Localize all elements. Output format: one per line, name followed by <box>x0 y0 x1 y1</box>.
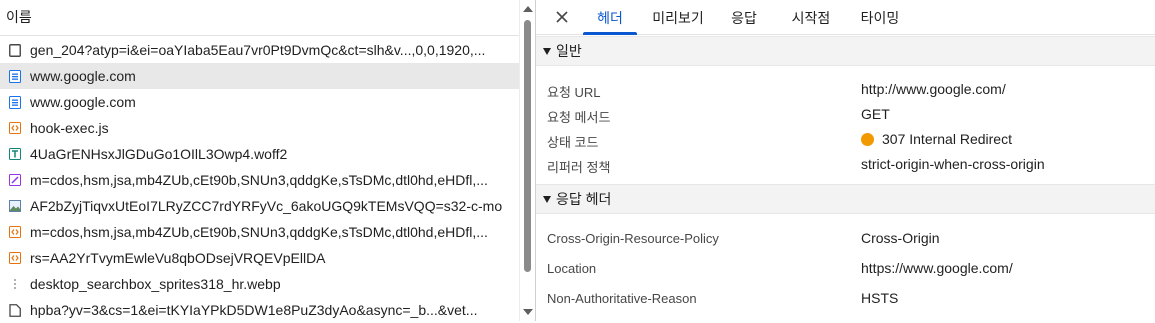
scroll-down-arrow-icon[interactable] <box>523 309 533 315</box>
expand-triangle-icon <box>543 47 551 55</box>
status-code-label: 상태 코드 <box>547 135 599 150</box>
tab-headers[interactable]: 헤더 <box>583 0 637 35</box>
scrollbar-thumb[interactable] <box>524 20 531 272</box>
stylesheet-icon <box>8 173 22 187</box>
header-name: Non-Authoritative-Reason <box>547 291 697 306</box>
request-list-panel: 이름 gen_204?atyp=i&ei=oaYIaba5Eau7vr0Pt9D… <box>0 0 535 321</box>
request-name: www.google.com <box>30 94 136 110</box>
header-name: Location <box>547 261 597 276</box>
pending-image-icon <box>8 277 22 291</box>
referrer-policy-value: strict-origin-when-cross-origin <box>861 156 1045 172</box>
active-tab-indicator <box>583 32 637 35</box>
response-headers-section-title: 응답 헤더 <box>556 191 612 207</box>
other-file-icon <box>8 303 22 317</box>
request-row[interactable]: hpba?yv=3&cs=1&ei=tKYIaYPkD5DW1e8PuZ3dyA… <box>0 297 519 323</box>
script-icon <box>8 121 22 135</box>
document-icon <box>8 95 22 109</box>
name-column-header[interactable]: 이름 <box>0 0 519 36</box>
request-name: gen_204?atyp=i&ei=oaYIaba5Eau7vr0Pt9DvmQ… <box>30 42 486 58</box>
status-dot-icon <box>861 132 874 146</box>
response-headers-section-header[interactable]: 응답 헤더 <box>536 184 1155 214</box>
request-method-value: GET <box>861 106 890 122</box>
request-list-scrollbar[interactable] <box>519 0 535 321</box>
header-value: https://www.google.com/ <box>861 260 1013 276</box>
request-url-value: http://www.google.com/ <box>861 81 1006 97</box>
request-row[interactable]: 4UaGrENHsxJlGDuGo1OIlL3Owp4.woff2 <box>0 141 519 167</box>
request-method-label: 요청 메서드 <box>547 110 611 125</box>
request-row[interactable]: rs=AA2YrTvymEwleVu8qbODsejVRQEVpEllDA <box>0 245 519 271</box>
request-name: rs=AA2YrTvymEwleVu8qbODsejVRQEVpEllDA <box>30 250 326 266</box>
request-row[interactable]: m=cdos,hsm,jsa,mb4ZUb,cEt90b,SNUn3,qddgK… <box>0 167 519 193</box>
header-name: Cross-Origin-Resource-Policy <box>547 231 719 246</box>
status-code-value: 307 Internal Redirect <box>861 131 1012 147</box>
other-file-icon <box>8 43 22 57</box>
close-icon[interactable] <box>554 9 570 25</box>
details-tabbar: 헤더 미리보기 응답 시작점 타이밍 <box>536 0 1155 35</box>
image-icon <box>8 199 22 213</box>
request-row[interactable]: m=cdos,hsm,jsa,mb4ZUb,cEt90b,SNUn3,qddgK… <box>0 219 519 245</box>
font-icon <box>8 147 22 161</box>
request-rows: gen_204?atyp=i&ei=oaYIaba5Eau7vr0Pt9DvmQ… <box>0 37 519 323</box>
referrer-policy-label: 리퍼러 정책 <box>547 160 611 175</box>
request-name: AF2bZyjTiqvxUtEoI7LRyZCC7rdYRFyVc_6akoUG… <box>30 198 503 214</box>
expand-triangle-icon <box>543 195 551 203</box>
request-name: desktop_searchbox_sprites318_hr.webp <box>30 276 281 292</box>
document-icon <box>8 69 22 83</box>
request-name: www.google.com <box>30 68 136 84</box>
request-name: m=cdos,hsm,jsa,mb4ZUb,cEt90b,SNUn3,qddgK… <box>30 224 488 240</box>
request-row-selected[interactable]: www.google.com <box>0 63 519 89</box>
request-row[interactable]: AF2bZyjTiqvxUtEoI7LRyZCC7rdYRFyVc_6akoUG… <box>0 193 519 219</box>
header-value: Cross-Origin <box>861 230 940 246</box>
request-name: m=cdos,hsm,jsa,mb4ZUb,cEt90b,SNUn3,qddgK… <box>30 172 488 188</box>
header-value: HSTS <box>861 290 899 306</box>
tab-initiator[interactable]: 시작점 <box>785 0 837 35</box>
script-icon <box>8 225 22 239</box>
request-name: hpba?yv=3&cs=1&ei=tKYIaYPkD5DW1e8PuZ3dyA… <box>30 302 478 318</box>
status-code-text: 307 Internal Redirect <box>882 131 1012 147</box>
request-row[interactable]: www.google.com <box>0 89 519 115</box>
request-row[interactable]: desktop_searchbox_sprites318_hr.webp <box>0 271 519 297</box>
scroll-up-arrow-icon[interactable] <box>523 6 533 12</box>
general-section-header[interactable]: 일반 <box>536 36 1155 66</box>
request-details-panel: 헤더 미리보기 응답 시작점 타이밍 일반 요청 URL http://www.… <box>535 0 1155 321</box>
request-name: 4UaGrENHsxJlGDuGo1OIlL3Owp4.woff2 <box>30 146 288 162</box>
tab-preview[interactable]: 미리보기 <box>646 0 710 35</box>
request-row[interactable]: gen_204?atyp=i&ei=oaYIaba5Eau7vr0Pt9DvmQ… <box>0 37 519 63</box>
request-row[interactable]: hook-exec.js <box>0 115 519 141</box>
request-name: hook-exec.js <box>30 120 109 136</box>
script-icon <box>8 251 22 265</box>
tab-response[interactable]: 응답 <box>724 0 764 35</box>
tab-timing[interactable]: 타이밍 <box>854 0 906 35</box>
general-section-title: 일반 <box>556 43 582 59</box>
request-url-label: 요청 URL <box>547 85 601 100</box>
